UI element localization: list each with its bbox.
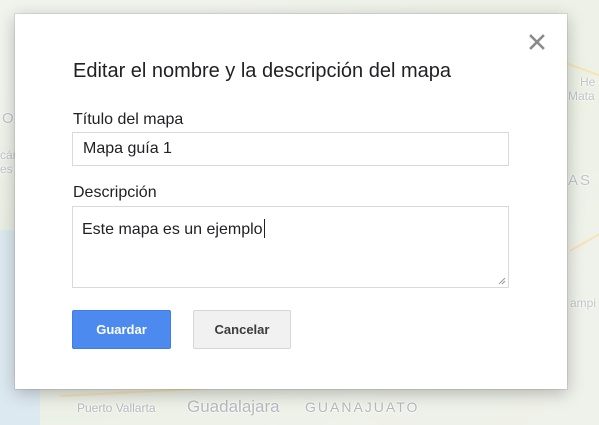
cancel-button[interactable]: Cancelar — [193, 310, 291, 349]
close-icon[interactable] — [528, 33, 546, 51]
save-button[interactable]: Guardar — [72, 310, 171, 349]
text-caret — [263, 219, 265, 238]
map-title-input[interactable] — [72, 132, 509, 166]
description-label: Descripción — [73, 184, 157, 201]
description-value: Este mapa es un ejemplo — [82, 221, 263, 238]
map-title-label: Título del mapa — [73, 111, 184, 128]
description-textarea[interactable]: Este mapa es un ejemplo — [72, 206, 509, 288]
edit-map-dialog: Editar el nombre y la descripción del ma… — [15, 14, 567, 389]
resize-grip-icon[interactable] — [498, 277, 506, 285]
dialog-title: Editar el nombre y la descripción del ma… — [73, 60, 451, 82]
description-text: Este mapa es un ejemplo — [82, 219, 265, 239]
close-icon-graphic — [529, 34, 545, 50]
